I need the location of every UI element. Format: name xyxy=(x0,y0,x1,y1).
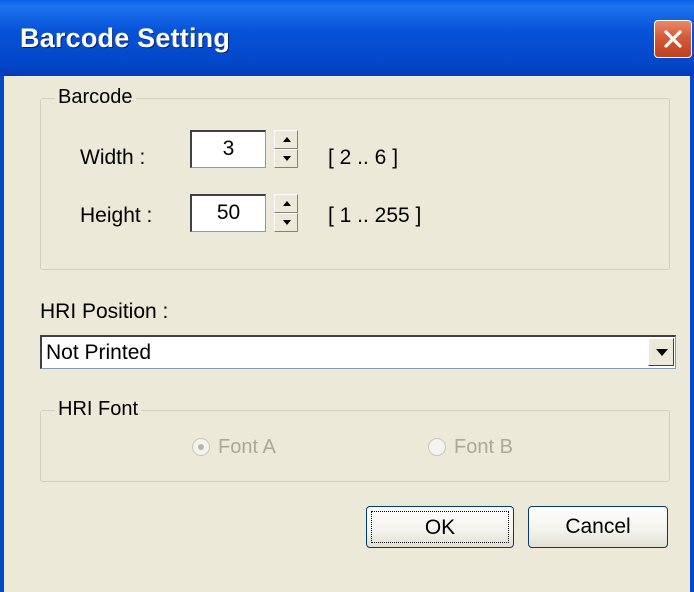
font-b-label: Font B xyxy=(454,436,513,458)
window-frame-right xyxy=(690,76,694,592)
hri-font-group-label: HRI Font xyxy=(55,398,142,421)
ok-button-label: OK xyxy=(371,511,509,543)
width-input[interactable]: 3 xyxy=(190,130,266,168)
hri-position-dropdown-button[interactable] xyxy=(648,338,674,366)
width-spinner[interactable] xyxy=(274,130,298,168)
width-range-label: [ 2 .. 6 ] xyxy=(328,146,399,169)
height-input[interactable]: 50 xyxy=(190,194,266,232)
arrow-up-icon xyxy=(283,201,291,206)
radio-checked-icon xyxy=(192,438,210,456)
ok-button[interactable]: OK xyxy=(366,506,514,548)
height-range-label: [ 1 .. 255 ] xyxy=(328,204,422,227)
title-bar[interactable]: Barcode Setting xyxy=(0,0,694,76)
hri-position-label: HRI Position : xyxy=(40,300,169,323)
height-spin-down-button[interactable] xyxy=(274,213,298,232)
barcode-setting-dialog: Barcode Setting Barcode Width : 3 [ 2 ..… xyxy=(0,0,694,592)
hri-position-select[interactable]: Not Printed xyxy=(40,335,676,369)
barcode-group xyxy=(40,98,670,270)
cancel-button[interactable]: Cancel xyxy=(528,506,668,548)
chevron-down-icon xyxy=(656,349,668,356)
arrow-up-icon xyxy=(283,137,291,142)
window-frame-left xyxy=(0,76,4,592)
arrow-down-icon xyxy=(283,156,291,161)
close-icon xyxy=(664,30,682,48)
barcode-group-label: Barcode xyxy=(55,86,136,109)
height-label: Height : xyxy=(80,204,153,227)
height-spin-up-button[interactable] xyxy=(274,194,298,213)
height-spinner[interactable] xyxy=(274,194,298,232)
close-button[interactable] xyxy=(654,20,692,58)
radio-unchecked-icon xyxy=(428,438,446,456)
arrow-down-icon xyxy=(283,220,291,225)
width-label: Width : xyxy=(80,146,146,169)
font-a-label: Font A xyxy=(218,436,276,458)
hri-position-value: Not Printed xyxy=(46,341,152,364)
width-spin-up-button[interactable] xyxy=(274,130,298,149)
width-spin-down-button[interactable] xyxy=(274,149,298,168)
window-title: Barcode Setting xyxy=(20,23,231,53)
